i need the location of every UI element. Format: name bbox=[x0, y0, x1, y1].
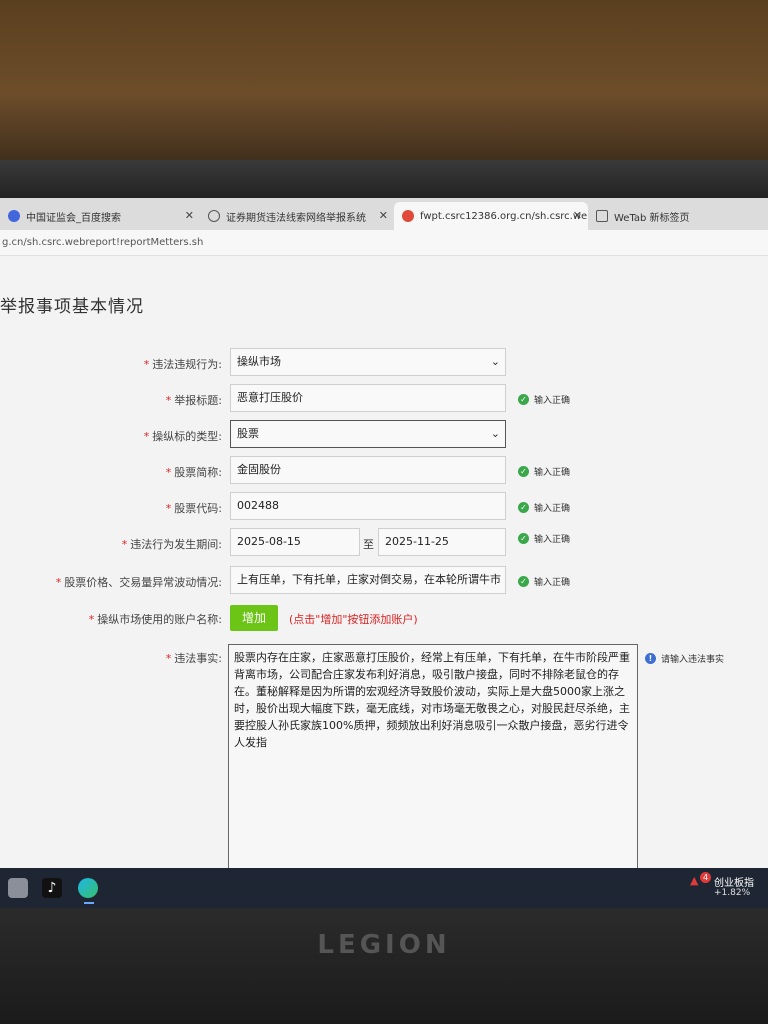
taskbar: ♪ ▲ 4 创业板指 +1.82% bbox=[0, 868, 768, 908]
check-icon: ✓ bbox=[518, 576, 529, 587]
stock-code-label: * 股票代码: bbox=[165, 502, 222, 515]
wall-background bbox=[0, 0, 768, 170]
period-end-input[interactable]: 2025-11-25 bbox=[378, 528, 506, 556]
stock-name-input[interactable]: 金固股份 bbox=[230, 456, 506, 484]
chevron-down-icon: ⌄ bbox=[490, 427, 500, 440]
form-content: 举报事项基本情况 * 违法违规行为: 操纵市场 ⌄ * 举报标题: 恶意打压股价 ✓… bbox=[0, 256, 768, 870]
widget-value: +1.82% bbox=[714, 888, 751, 898]
tab-label: 证券期货违法线索网络举报系统 bbox=[226, 212, 366, 224]
price-volume-label: * 股票价格、交易量异常波动情况: bbox=[55, 576, 222, 589]
violation-type-select[interactable]: 操纵市场 ⌄ bbox=[230, 348, 506, 376]
browser-tab-bar: 中国证监会_百度搜索 ✕ 证券期货违法线索网络举报系统 ✕ fwpt.csrc1… bbox=[0, 198, 768, 230]
period-ok: ✓ 输入正确 bbox=[518, 532, 570, 545]
facts-textarea[interactable]: 股票内存在庄家，庄家恶意打压股价，经常上有压单，下有托单，在牛市阶段严重背离市场… bbox=[228, 644, 638, 870]
chevron-down-icon: ⌄ bbox=[490, 355, 500, 368]
close-icon[interactable]: ✕ bbox=[185, 209, 194, 222]
tab-label: fwpt.csrc12386.org.cn/sh.csrc.web bbox=[420, 210, 588, 222]
facts-label: * 违法事实: bbox=[165, 652, 222, 665]
info-icon: ! bbox=[645, 653, 656, 664]
tab-report-system[interactable]: 证券期货违法线索网络举报系统 ✕ bbox=[200, 202, 394, 230]
stock-name-ok: ✓ 输入正确 bbox=[518, 465, 570, 478]
violation-type-label: * 违法违规行为: bbox=[143, 358, 222, 371]
accounts-label: * 操纵市场使用的账户名称: bbox=[88, 613, 222, 626]
report-title-label: * 举报标题: bbox=[165, 394, 222, 407]
stock-code-ok: ✓ 输入正确 bbox=[518, 501, 570, 514]
tab-baidu[interactable]: 中国证监会_百度搜索 ✕ bbox=[0, 202, 200, 230]
tiktok-icon[interactable]: ♪ bbox=[42, 878, 62, 898]
target-type-label: * 操纵标的类型: bbox=[143, 430, 222, 443]
period-separator: 至 bbox=[363, 538, 374, 551]
widget-title[interactable]: 创业板指 bbox=[714, 874, 754, 889]
stock-name-label: * 股票简称: bbox=[165, 466, 222, 479]
address-bar[interactable]: g.cn/sh.csrc.webreport!reportMetters.sh bbox=[0, 230, 768, 256]
tab-fwpt[interactable]: fwpt.csrc12386.org.cn/sh.csrc.web ✕ bbox=[394, 202, 588, 230]
tab-label: WeTab 新标签页 bbox=[614, 212, 690, 224]
period-start-input[interactable]: 2025-08-15 bbox=[230, 528, 360, 556]
edge-browser-icon[interactable] bbox=[78, 878, 98, 898]
baidu-paw-icon bbox=[8, 210, 20, 222]
new-tab-icon bbox=[596, 210, 608, 222]
target-type-select[interactable]: 股票 ⌄ bbox=[230, 420, 506, 448]
check-icon: ✓ bbox=[518, 502, 529, 513]
period-label: * 违法行为发生期间: bbox=[121, 538, 222, 551]
task-view-icon[interactable] bbox=[8, 878, 28, 898]
globe-icon bbox=[208, 210, 220, 222]
add-account-hint: (点击"增加"按钮添加账户) bbox=[289, 613, 418, 626]
site-favicon-icon bbox=[402, 210, 414, 222]
facts-hint: ! 请输入违法事实 bbox=[645, 652, 724, 665]
active-app-indicator bbox=[84, 902, 94, 904]
report-title-ok: ✓ 输入正确 bbox=[518, 393, 570, 406]
brand-logo: LEGION bbox=[317, 930, 451, 960]
report-title-input[interactable]: 恶意打压股价 bbox=[230, 384, 506, 412]
laptop-screen: 中国证监会_百度搜索 ✕ 证券期货违法线索网络举报系统 ✕ fwpt.csrc1… bbox=[0, 198, 768, 870]
price-volume-ok: ✓ 输入正确 bbox=[518, 575, 570, 588]
add-account-button[interactable]: 增加 bbox=[230, 605, 278, 631]
section-title: 举报事项基本情况 bbox=[0, 297, 144, 317]
tab-wetab[interactable]: WeTab 新标签页 bbox=[588, 202, 768, 230]
widget-badge: 4 bbox=[700, 872, 711, 883]
close-icon[interactable]: ✕ bbox=[379, 209, 388, 222]
check-icon: ✓ bbox=[518, 466, 529, 477]
stock-code-input[interactable]: 002488 bbox=[230, 492, 506, 520]
check-icon: ✓ bbox=[518, 533, 529, 544]
laptop-bottom-bezel bbox=[0, 908, 768, 1024]
close-icon[interactable]: ✕ bbox=[573, 209, 582, 222]
price-volume-input[interactable]: 上有压单，下有托单，庄家对倒交易，在本轮所谓牛市 bbox=[230, 566, 506, 594]
tab-label: 中国证监会_百度搜索 bbox=[26, 212, 121, 224]
check-icon: ✓ bbox=[518, 394, 529, 405]
